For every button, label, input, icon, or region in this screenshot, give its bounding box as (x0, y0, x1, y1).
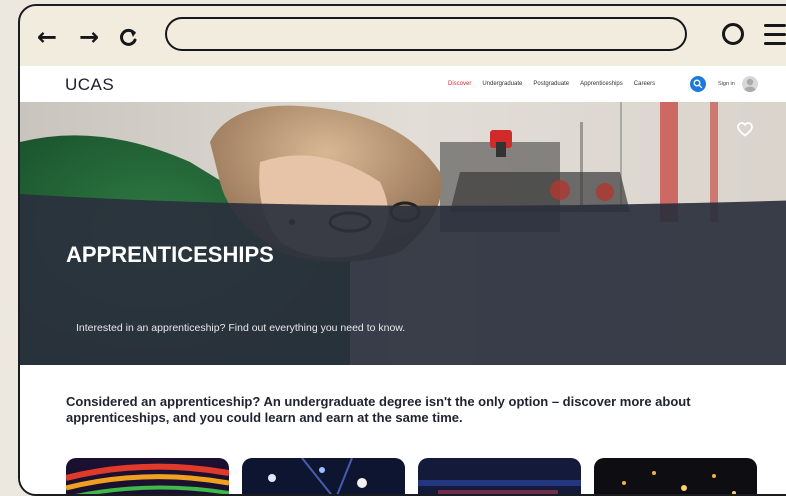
webpage: UCAS Discover Undergraduate Postgraduate… (20, 66, 786, 494)
nav-link-careers[interactable]: Careers (634, 81, 655, 87)
hero-banner: APPRENTICESHIPS Interested in an apprent… (20, 102, 786, 365)
intro-text: Considered an apprenticeship? An undergr… (66, 394, 691, 425)
hero-subtitle: Interested in an apprenticeship? Find ou… (76, 322, 406, 334)
card-3-image (418, 458, 581, 494)
back-arrow-icon[interactable]: ← (32, 22, 62, 52)
url-bar[interactable] (165, 17, 687, 51)
browser-chrome: ← → (20, 6, 786, 66)
search-icon[interactable] (690, 76, 706, 92)
card-3[interactable] (418, 458, 581, 494)
circle-icon[interactable] (722, 23, 744, 45)
card-4-image (594, 458, 757, 494)
card-row (66, 458, 766, 494)
nav-link-postgraduate[interactable]: Postgraduate (533, 81, 569, 87)
card-2[interactable] (242, 458, 405, 494)
forward-arrow-icon[interactable]: → (74, 22, 104, 52)
reload-icon[interactable] (114, 22, 144, 52)
menu-icon[interactable] (764, 24, 786, 46)
nav-link-undergraduate[interactable]: Undergraduate (482, 81, 522, 87)
nav-link-apprenticeships[interactable]: Apprenticeships (580, 81, 623, 87)
card-1[interactable] (66, 458, 229, 494)
heart-icon[interactable] (737, 122, 753, 142)
card-4[interactable] (594, 458, 757, 494)
site-header: UCAS Discover Undergraduate Postgraduate… (20, 66, 786, 102)
page-title: APPRENTICESHIPS (66, 242, 274, 267)
ucas-logo[interactable]: UCAS (65, 75, 114, 95)
main-nav: Discover Undergraduate Postgraduate Appr… (448, 66, 655, 102)
nav-link-discover[interactable]: Discover (448, 81, 471, 87)
card-2-image (242, 458, 405, 494)
avatar-icon[interactable] (742, 76, 758, 92)
sign-in-link[interactable]: Sign in (718, 81, 735, 87)
card-1-image (66, 458, 229, 494)
browser-window: ← → UCAS Discover Undergraduate Postgrad… (18, 4, 786, 496)
